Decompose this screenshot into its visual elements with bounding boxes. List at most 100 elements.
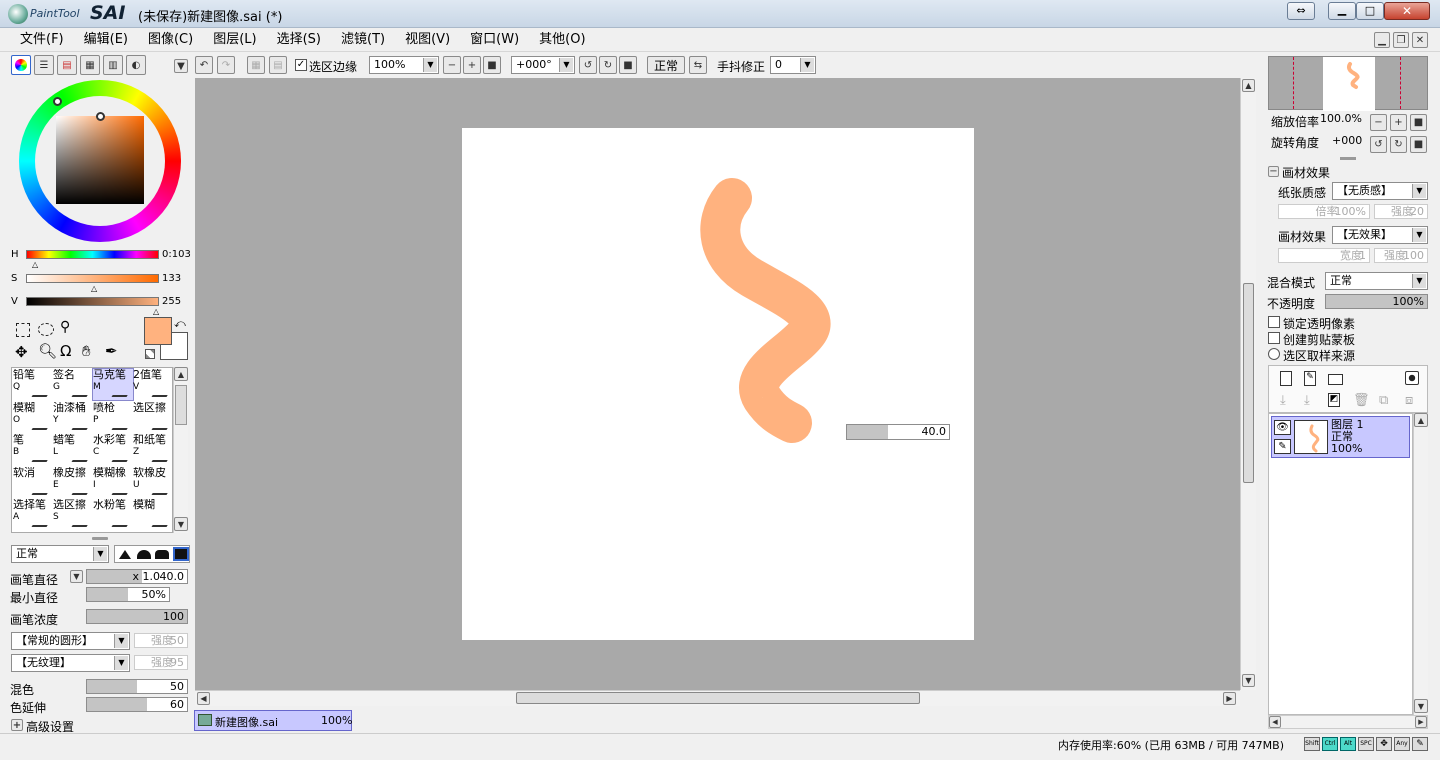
visibility-eye-icon[interactable]: 👁︎: [1274, 420, 1291, 435]
tool-button[interactable]: 签名 G: [53, 369, 93, 400]
extend-slider[interactable]: 60: [86, 697, 188, 712]
soft-edge-icon[interactable]: [137, 550, 151, 559]
redo-button[interactable]: ↷: [217, 56, 235, 74]
panel-divider[interactable]: [92, 537, 108, 540]
swatch-tab[interactable]: ▦: [80, 55, 100, 75]
color-sv-square[interactable]: [56, 116, 144, 204]
clear-layer-icon[interactable]: ◩: [1328, 393, 1340, 407]
scroll-thumb[interactable]: [1243, 283, 1254, 483]
rotate-right-button[interactable]: ↻: [599, 56, 617, 74]
paper-scale-slider[interactable]: 倍率100%: [1278, 204, 1370, 219]
texture-collapse-icon[interactable]: −: [1268, 166, 1279, 177]
new-folder-icon[interactable]: [1328, 374, 1343, 385]
close-button[interactable]: ✕: [1384, 2, 1430, 20]
nav-zoom-out-button[interactable]: −: [1370, 114, 1387, 131]
menu-item-3[interactable]: 图层(L): [203, 28, 266, 52]
new-linework-layer-icon[interactable]: ✎: [1304, 371, 1316, 386]
nav-zoom-reset-button[interactable]: ■: [1410, 114, 1427, 131]
tool-button[interactable]: 模糊橡 I: [93, 467, 133, 498]
menu-item-2[interactable]: 图像(C): [138, 28, 203, 52]
min-size-slider[interactable]: 50%: [86, 587, 170, 602]
nav-rotate-value[interactable]: +000: [1332, 134, 1362, 147]
texture-select[interactable]: 【无纹理】 ▼: [11, 654, 130, 672]
hand-icon[interactable]: ✋︎: [82, 342, 91, 360]
hsv-slider-tab[interactable]: ▤: [57, 55, 77, 75]
clip-mask-checkbox[interactable]: [1268, 332, 1280, 344]
density-slider[interactable]: 100: [86, 609, 188, 624]
scroll-up-button[interactable]: ▲: [174, 367, 188, 381]
mix-slider[interactable]: 50: [86, 679, 188, 694]
menu-item-7[interactable]: 窗口(W): [460, 28, 529, 52]
tool-button[interactable]: 选区擦: [133, 402, 173, 433]
mdi-close-button[interactable]: ✕: [1412, 32, 1428, 48]
eyedropper-icon[interactable]: ✒: [105, 342, 118, 360]
paper-strength-slider[interactable]: 强度20: [1374, 204, 1428, 219]
maximize-button[interactable]: □: [1356, 2, 1384, 20]
shape-strength-slider[interactable]: 强度50: [134, 633, 188, 648]
tool-grid-scrollbar[interactable]: ▲ ▼: [173, 367, 188, 533]
scroll-left-button[interactable]: ◀: [197, 692, 210, 705]
menu-item-8[interactable]: 其他(O): [529, 28, 595, 52]
select-edge-checkbox[interactable]: ✓: [295, 59, 307, 71]
blend-normal-button[interactable]: 正常: [647, 56, 685, 74]
brush-lock-icon[interactable]: ✎: [1274, 439, 1291, 454]
s-slider-thumb[interactable]: △: [91, 284, 97, 293]
layer-blend-select[interactable]: 正常 ▼: [1325, 272, 1428, 290]
menu-item-0[interactable]: 文件(F): [10, 28, 74, 52]
flip-button[interactable]: ⇆: [689, 56, 707, 74]
new-layer-icon[interactable]: [1280, 371, 1292, 386]
scroll-thumb[interactable]: [175, 385, 187, 425]
paper-select[interactable]: 【无质感】 ▼: [1332, 182, 1428, 200]
layer-list-vscrollbar[interactable]: ▲ ▼: [1413, 413, 1428, 715]
advanced-expand-icon[interactable]: +: [11, 719, 23, 731]
color-wheel-tab[interactable]: [11, 55, 31, 75]
s-slider[interactable]: [26, 274, 159, 283]
merge-down-icon[interactable]: ⤓: [1304, 393, 1310, 408]
effect-strength-slider[interactable]: 强度100: [1374, 248, 1428, 263]
brush-mode-select[interactable]: 正常 ▼: [11, 545, 109, 563]
zoom-out-button[interactable]: −: [443, 56, 461, 74]
menu-item-6[interactable]: 视图(V): [395, 28, 460, 52]
stabilizer-select[interactable]: 0 ▼: [770, 56, 816, 74]
tool-button[interactable]: 模糊: [133, 499, 173, 530]
invert-selection-button[interactable]: ▤: [269, 56, 287, 74]
tool-button[interactable]: 和纸笔 Z: [133, 434, 173, 465]
scroll-right-button[interactable]: ▶: [1415, 716, 1427, 728]
rotate-left-button[interactable]: ↺: [579, 56, 597, 74]
menu-item-4[interactable]: 选择(S): [267, 28, 331, 52]
scroll-thumb[interactable]: [516, 692, 920, 704]
tool-button[interactable]: 蜡笔 L: [53, 434, 93, 465]
canvas-vscrollbar[interactable]: ▲ ▼: [1240, 78, 1256, 690]
rgb-slider-tab[interactable]: ☰: [34, 55, 54, 75]
menu-item-5[interactable]: 滤镜(T): [331, 28, 395, 52]
flatten-icon[interactable]: ⧈: [1405, 393, 1413, 408]
lock-alpha-checkbox[interactable]: [1268, 316, 1280, 328]
rotate-reset-button[interactable]: ■: [619, 56, 637, 74]
tool-button[interactable]: 水彩笔 C: [93, 434, 133, 465]
document-tab[interactable]: 新建图像.sai 100%: [194, 710, 352, 731]
flat-edge-icon[interactable]: [155, 550, 169, 559]
zoom-icon[interactable]: 🔍︎: [38, 342, 57, 360]
scroll-down-button[interactable]: ▼: [1242, 674, 1255, 687]
square-edge-icon[interactable]: [173, 547, 189, 561]
tool-button[interactable]: 2值笔 V: [133, 369, 173, 400]
v-slider[interactable]: [26, 297, 159, 306]
scratch-tab[interactable]: ▥: [103, 55, 123, 75]
v-slider-thumb[interactable]: △: [153, 307, 159, 316]
scroll-down-button[interactable]: ▼: [1414, 699, 1428, 713]
brush-size-slider[interactable]: x 1.0 40.0: [86, 569, 188, 584]
layer-row[interactable]: 👁︎ ✎ 图层 1 正常 100%: [1271, 416, 1410, 458]
tool-button[interactable]: 软橡皮 U: [133, 467, 173, 498]
minimize-button[interactable]: ▁: [1328, 2, 1356, 20]
mdi-restore-button[interactable]: ❐: [1393, 32, 1409, 48]
nav-rotate-right-button[interactable]: ↻: [1390, 136, 1407, 153]
opacity-slider[interactable]: 100%: [1325, 294, 1428, 309]
scroll-up-button[interactable]: ▲: [1414, 413, 1428, 427]
layer-panel-menu-icon[interactable]: [1405, 371, 1419, 385]
texture-strength-slider[interactable]: 强度95: [134, 655, 188, 670]
scroll-left-button[interactable]: ◀: [1269, 716, 1281, 728]
color-picker-tab[interactable]: ◐: [126, 55, 146, 75]
undo-button[interactable]: ↶: [195, 56, 213, 74]
rotation-select[interactable]: +000° ▼: [511, 56, 575, 74]
panel-divider[interactable]: [1340, 157, 1356, 160]
